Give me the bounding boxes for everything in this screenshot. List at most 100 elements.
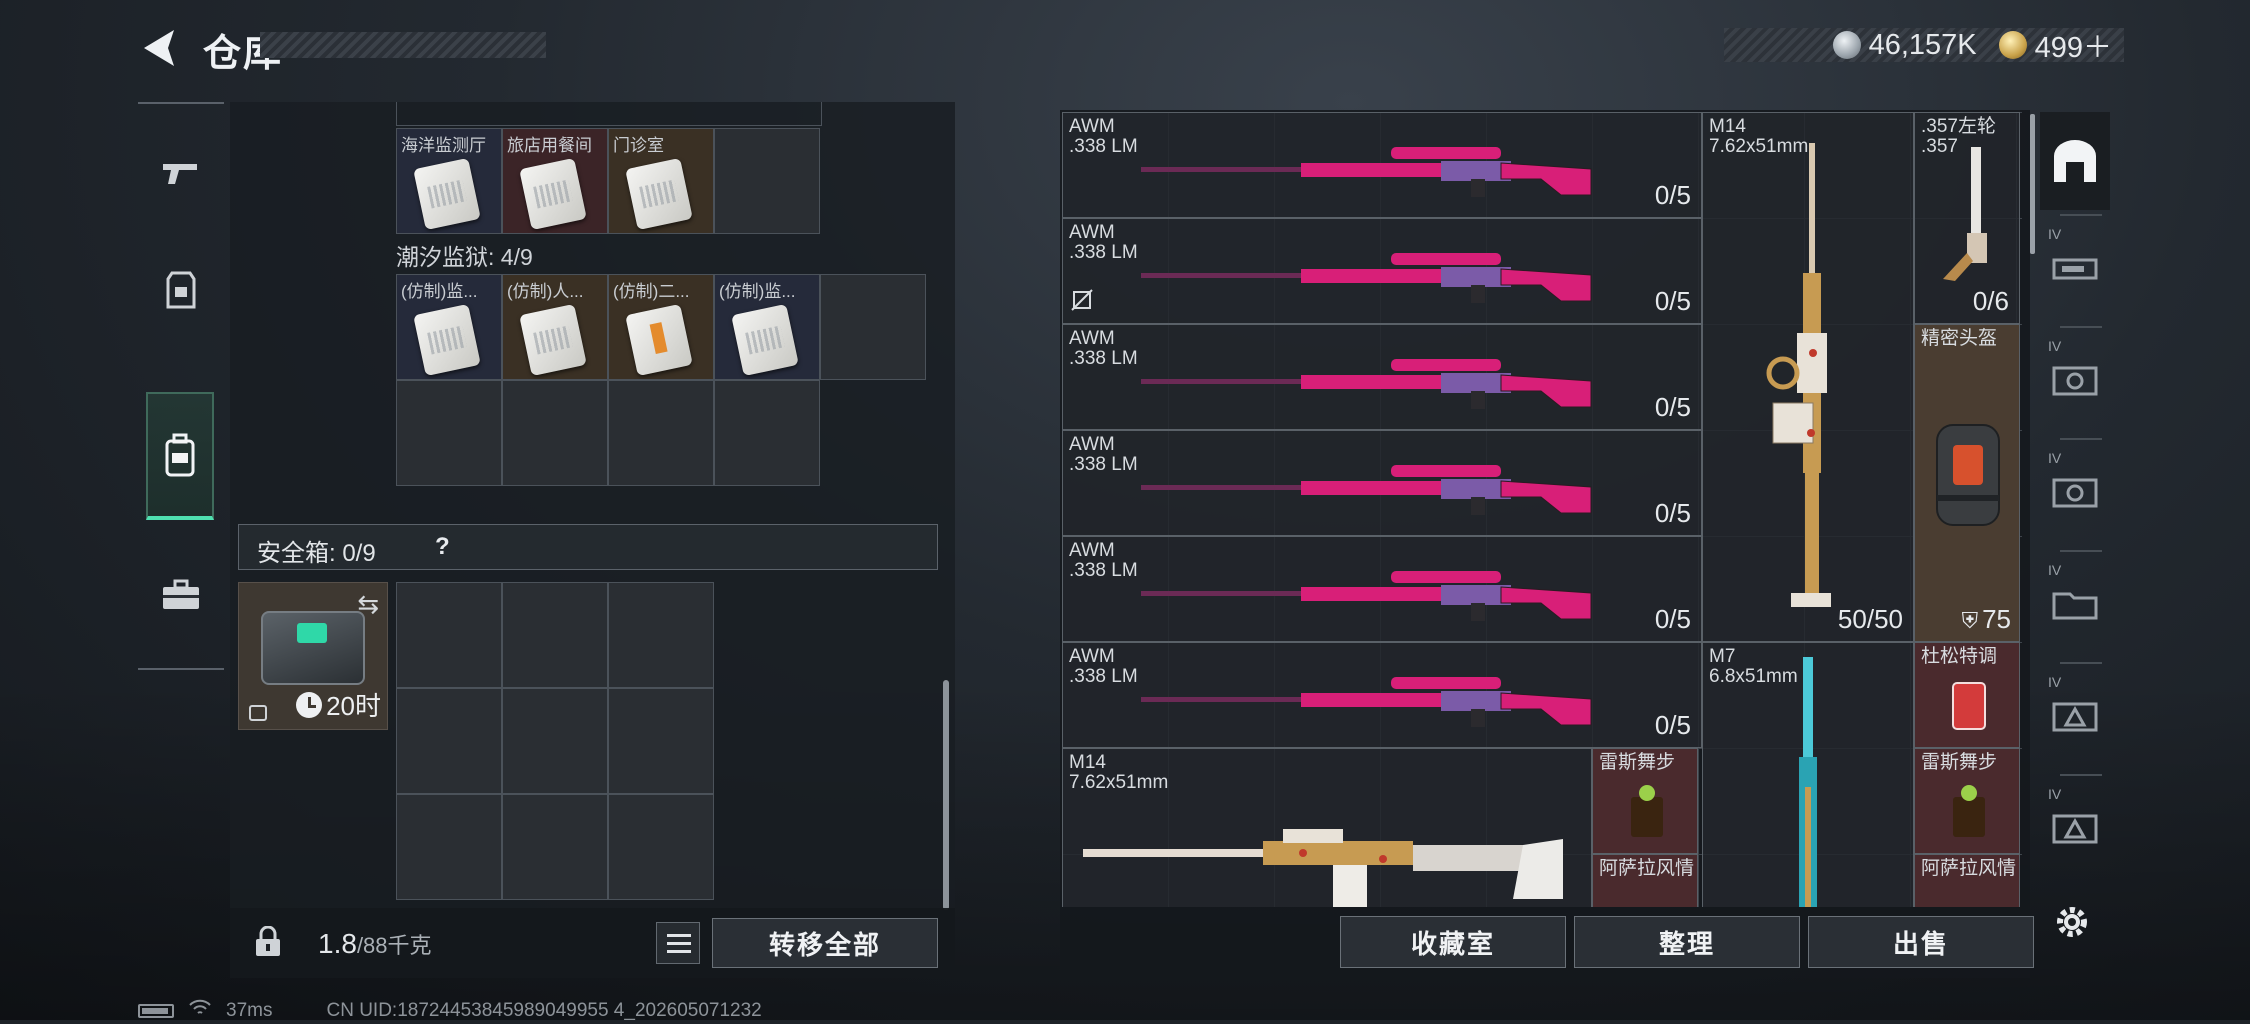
sort-button[interactable]: 整理 [1574,916,1800,968]
rail-tier-6[interactable]: IV [2040,780,2110,878]
nav-equipment[interactable] [148,248,214,334]
uid-text: CN UID:18724453845989049955 4_2026050712… [326,1000,762,1021]
swap-icon[interactable]: ⇆ [357,589,379,620]
backpack-footer: 1.8/88千克 转移全部 [230,908,955,978]
shield-icon: ⛨ [1961,608,1979,633]
safe-slot[interactable] [396,794,502,900]
briefcase-icon [163,579,199,609]
empty-slot[interactable] [502,380,608,486]
silver-coin-icon [1832,31,1861,59]
rail-divider [2060,326,2102,328]
rail-tier-4[interactable]: IV [2040,556,2110,654]
m14-tall-item[interactable]: M14 7.62x51mm 50/50 [1702,112,1914,642]
item-label: (仿制)人... [507,282,584,301]
rifle-case-icon [2052,258,2098,280]
revolver-item[interactable]: .357左轮 .357 0/6 [1914,112,2020,324]
help-icon[interactable]: ? [435,533,450,561]
cocktail-item[interactable]: 雷斯舞步 [1592,748,1698,854]
tier-label: IV [2048,338,2062,354]
empty-slot[interactable] [396,380,502,486]
awm-item[interactable]: AWM .338 LM 0/5 [1062,536,1702,642]
safe-slot[interactable] [502,794,608,900]
nav-weapons[interactable] [148,130,214,216]
item-name: AWM [1069,434,1115,455]
weight-readout: 1.8/88千克 [318,928,432,960]
transfer-all-button[interactable]: 转移全部 [712,918,938,968]
category-nav [138,102,224,672]
m14-rifle-icon [1083,829,1563,907]
stash-actions: 收藏室 整理 出售 [1340,916,2034,968]
cocktail-item[interactable]: 雷斯舞步 [1914,748,2020,854]
section-title: 潮汐监狱: 4/9 [396,244,533,270]
helmet-durability: ⛨ 75 [1962,604,2011,635]
keycard-slot[interactable]: (仿制)监... [396,274,502,380]
awm-item[interactable]: AWM .338 LM 0/5 [1062,324,1702,430]
keycard-slot[interactable]: (仿制)二... [608,274,714,380]
safe-box-timer: 20时 [296,686,381,723]
sell-button[interactable]: 出售 [1808,916,2034,968]
keycard-slot[interactable]: 旅店用餐间 [502,128,608,234]
drink-item[interactable]: 杜松特调 [1914,642,2020,748]
m14-wide-item[interactable]: M14 7.62x51mm [1062,748,1592,907]
awm-sniper-icon [1141,359,1592,409]
safe-box-item[interactable]: ⇆ 20时 [238,582,388,730]
nav-toolbox[interactable] [148,552,214,638]
rail-all[interactable] [2040,112,2110,210]
back-arrow-icon[interactable] [138,26,182,70]
m14-rifle-icon [1766,143,1831,607]
keycard-slot[interactable]: 海洋监测厅 [396,128,502,234]
safe-slot[interactable] [608,582,714,688]
awm-item[interactable]: AWM .338 LM 0/5 [1062,218,1702,324]
title-decoration [260,32,546,58]
ammo-count: 50/50 [1837,604,1903,634]
stash-category-rail: IV IV IV IV IV IV [2040,112,2110,902]
rail-tier-3[interactable]: IV [2040,444,2110,542]
awm-item[interactable]: AWM .338 LM 0/5 [1062,642,1702,748]
safe-slot[interactable] [502,688,608,794]
padlock-icon[interactable] [252,926,284,958]
collection-room-button[interactable]: 收藏室 [1340,916,1566,968]
awm-item[interactable]: AWM .338 LM 0/5 [1062,112,1702,218]
no-durability-icon [1071,289,1093,311]
backpack-scrollbar[interactable] [943,680,949,910]
safe-slot[interactable] [396,688,502,794]
item-name: M14 [1069,752,1106,773]
list-icon-line [667,934,691,937]
nav-backpack[interactable] [146,392,214,520]
safe-slot[interactable] [396,582,502,688]
wifi-icon [188,998,212,1024]
m7-item[interactable]: M7 6.8x51mm [1702,642,1914,907]
empty-slot[interactable] [608,380,714,486]
item-name: AWM [1069,328,1115,349]
keycard-slot[interactable]: (仿制)监... [714,274,820,380]
safe-slot[interactable] [608,794,714,900]
rail-tier-2[interactable]: IV [2040,332,2110,430]
keycard-icon [519,157,587,231]
empty-slot[interactable] [714,128,820,234]
safe-slot[interactable] [502,582,608,688]
keycard-icon [413,157,481,231]
rail-tier-5[interactable]: IV [2040,668,2110,766]
item-name: 雷斯舞步 [1599,752,1676,773]
cocktail-item[interactable]: 阿萨拉风情 [1592,854,1698,907]
awm-sniper-icon [1141,677,1592,727]
item-name: 杜松特调 [1921,646,1998,667]
lock-icon [249,705,267,721]
awm-item[interactable]: AWM .338 LM 0/5 [1062,430,1702,536]
stash-scrollbar[interactable] [2030,114,2035,254]
keycard-slot[interactable]: 门诊室 [608,128,714,234]
gold-balance[interactable]: 499＋ [2035,24,2112,66]
rail-tier-1[interactable]: IV [2040,220,2110,318]
settings-gear-icon[interactable] [2052,902,2092,942]
rail-divider [2060,214,2102,216]
item-ammo: .338 LM [1069,454,1138,475]
helmet-item[interactable]: 精密头盔 ⛨ 75 [1914,324,2020,642]
empty-slot[interactable] [714,380,820,486]
cocktail-item[interactable]: 阿萨拉风情 [1914,854,2020,907]
item-label: 门诊室 [613,136,664,155]
keycard-icon [625,157,693,231]
keycard-slot[interactable]: (仿制)人... [502,274,608,380]
empty-slot[interactable] [820,274,926,380]
safe-slot[interactable] [608,688,714,794]
list-view-button[interactable] [656,922,700,964]
